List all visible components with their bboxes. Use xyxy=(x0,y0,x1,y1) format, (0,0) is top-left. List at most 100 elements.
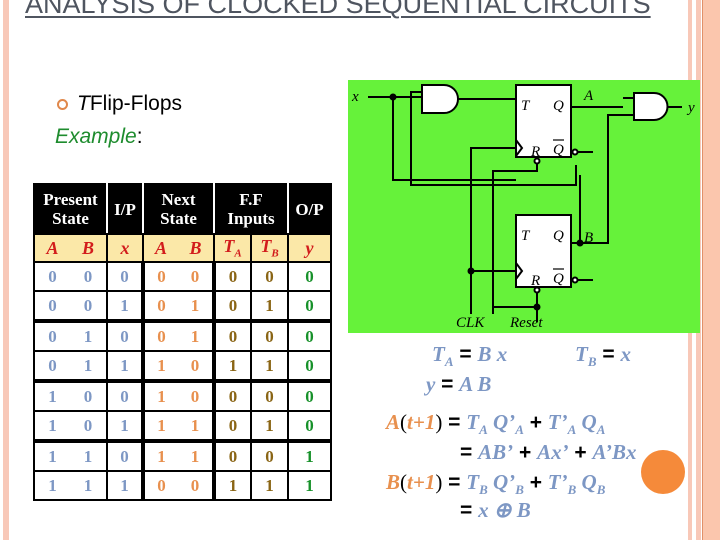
cell-present-a: 0 xyxy=(33,350,70,383)
cell-present-b: 0 xyxy=(70,290,108,323)
bubble-qbar-b xyxy=(571,276,579,284)
cell-present-a: 0 xyxy=(33,320,70,352)
table-row: 00101010 xyxy=(33,290,332,323)
decorative-orange-circle xyxy=(641,450,685,494)
header-ff-inputs: F.F Inputs xyxy=(213,183,289,235)
cell-present-a: 0 xyxy=(33,290,70,323)
equation-a-next: A(t+1) = TA Q’A + T’A QA xyxy=(386,410,606,438)
equations-panel: TA = B x TB = x y = A B A(t+1) = TA Q’A … xyxy=(380,338,700,538)
example-label: Example: xyxy=(55,125,143,149)
cell-output-y: 1 xyxy=(287,440,332,472)
cell-ff-ta: 1 xyxy=(212,470,252,501)
cell-output-y: 0 xyxy=(287,261,332,292)
wire-b-to-and-y xyxy=(580,114,634,244)
cell-ff-ta: 0 xyxy=(212,320,252,352)
label-rb: R xyxy=(530,273,540,289)
header-present-state: Present State xyxy=(33,183,108,235)
subheader-y: y xyxy=(287,233,332,263)
cell-present-b: 0 xyxy=(70,261,108,292)
equation-a-next-simplified: = AB’ + Ax’ + A’Bx xyxy=(460,440,637,464)
cell-ff-ta: 0 xyxy=(212,261,252,292)
cell-input-x: 0 xyxy=(106,320,144,352)
cell-next-a: 1 xyxy=(141,380,178,412)
cell-next-a: 0 xyxy=(141,470,178,501)
cell-output-y: 1 xyxy=(287,470,332,501)
table-row: 11100111 xyxy=(33,470,332,501)
cell-present-a: 1 xyxy=(33,410,70,443)
cell-output-y: 0 xyxy=(287,380,332,412)
cell-present-b: 1 xyxy=(70,440,108,472)
cell-next-a: 0 xyxy=(141,290,178,323)
cell-ff-tb: 1 xyxy=(250,470,289,501)
cell-next-b: 1 xyxy=(178,440,215,472)
cell-present-a: 1 xyxy=(33,470,70,501)
cell-present-a: 0 xyxy=(33,261,70,292)
cell-ff-ta: 1 xyxy=(212,350,252,383)
cell-ff-ta: 0 xyxy=(212,380,252,412)
cell-ff-tb: 1 xyxy=(250,350,289,383)
table-row: 10010000 xyxy=(33,380,332,412)
table-row: 00000000 xyxy=(33,261,332,292)
label-qb: Q xyxy=(553,228,564,244)
subheader-a: A xyxy=(33,233,70,263)
cell-output-y: 0 xyxy=(287,350,332,383)
cell-ff-ta: 0 xyxy=(212,290,252,323)
subheader-x: x xyxy=(106,233,144,263)
subheader-b: B xyxy=(70,233,108,263)
label-b: B xyxy=(584,230,593,246)
cell-next-a: 0 xyxy=(141,320,178,352)
label-clk: CLK xyxy=(456,315,485,331)
label-reset: Reset xyxy=(509,315,543,331)
table-row: 01001000 xyxy=(33,320,332,352)
cell-next-a: 1 xyxy=(141,350,178,383)
cell-next-a: 1 xyxy=(141,440,178,472)
equation-ta: TA = B x xyxy=(432,342,508,370)
and-gate-a xyxy=(421,84,459,114)
cell-next-b: 0 xyxy=(178,261,215,292)
cell-next-b: 1 xyxy=(178,290,215,323)
cell-ff-ta: 0 xyxy=(212,440,252,472)
junction-reset xyxy=(533,303,541,311)
subheader-ta: TA xyxy=(213,233,252,263)
cell-output-y: 0 xyxy=(287,410,332,443)
label-qbar-b: Q xyxy=(553,271,564,287)
label-a: A xyxy=(583,88,594,104)
left-border-stripe xyxy=(3,0,9,540)
table-row: 10111010 xyxy=(33,410,332,443)
table-row: 01110110 xyxy=(33,350,332,383)
cell-ff-tb: 0 xyxy=(250,440,289,472)
and-gate-y xyxy=(633,92,669,121)
cell-input-x: 1 xyxy=(106,350,144,383)
header-next-state: Next State xyxy=(142,183,215,235)
cell-present-b: 0 xyxy=(70,380,108,412)
label-ra: R xyxy=(530,144,540,160)
circuit-diagram: x y A T Q Q R T Q Q R B CLK Reset xyxy=(348,80,700,333)
bullet-text: Flip-Flops xyxy=(89,92,183,115)
cell-ff-ta: 0 xyxy=(212,410,252,443)
bubble-qbar-a xyxy=(571,148,579,156)
table-header-row: Present State I/P Next State F.F Inputs … xyxy=(33,183,332,235)
table-body: 0000000000101010010010000111011010010000… xyxy=(33,261,332,501)
cell-ff-tb: 1 xyxy=(250,410,289,443)
subheader-tb: TB xyxy=(250,233,289,263)
cell-present-a: 1 xyxy=(33,440,70,472)
cell-next-a: 1 xyxy=(141,410,178,443)
table-subheader-row: A B x A B TA TB y xyxy=(33,233,332,263)
right-border-band xyxy=(703,0,720,540)
cell-next-b: 0 xyxy=(178,380,215,412)
slide-title: ANALYSIS OF CLOCKED SEQUENTIAL CIRCUITS xyxy=(25,0,651,19)
header-output: O/P xyxy=(287,183,332,235)
cell-ff-tb: 0 xyxy=(250,380,289,412)
label-qa: Q xyxy=(553,98,564,114)
cell-present-b: 0 xyxy=(70,410,108,443)
cell-input-x: 1 xyxy=(106,470,144,501)
cell-output-y: 0 xyxy=(287,320,332,352)
cell-next-b: 1 xyxy=(178,320,215,352)
bullet-circle-icon xyxy=(57,98,68,110)
table-row: 11011001 xyxy=(33,440,332,472)
cell-next-b: 0 xyxy=(178,350,215,383)
cell-ff-tb: 0 xyxy=(250,261,289,292)
equation-b-next: B(t+1) = TB Q’B + T’B QB xyxy=(386,470,606,498)
subheader-next-b: B xyxy=(178,233,215,263)
state-table: Present State I/P Next State F.F Inputs … xyxy=(33,183,332,501)
